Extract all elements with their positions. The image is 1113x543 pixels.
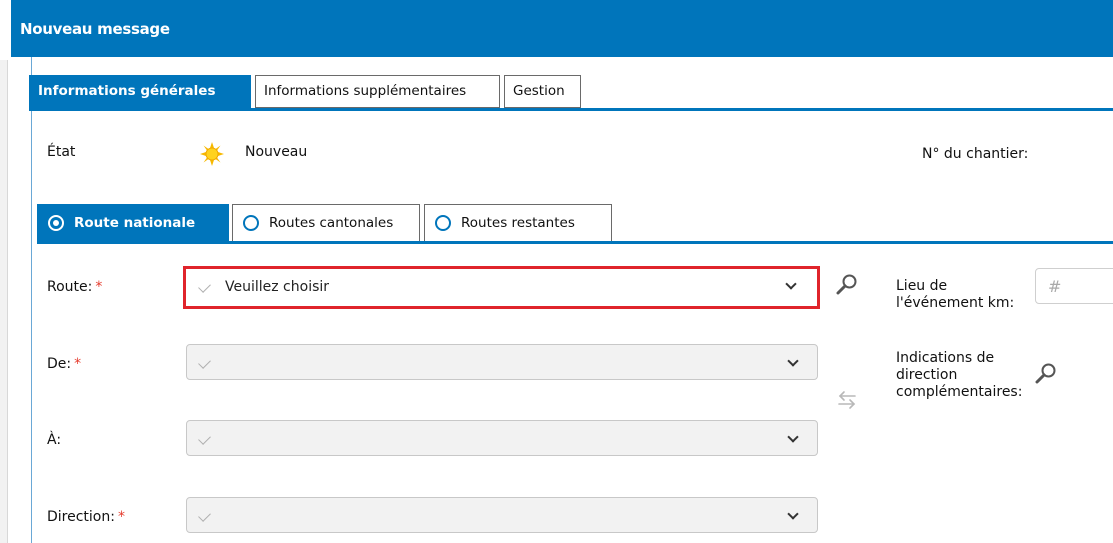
route-select-value: Veuillez choisir	[225, 279, 330, 295]
chevron-down-icon	[787, 355, 799, 367]
radio-icon	[435, 215, 451, 231]
window-title: Nouveau message	[20, 20, 170, 38]
tab-routes-cantonales-label: Routes cantonales	[269, 215, 394, 231]
tab-routes-restantes[interactable]: Routes restantes	[424, 204, 612, 242]
tab-route-nationale-label: Route nationale	[74, 215, 196, 231]
event-location-label-line2: l'événement km:	[896, 295, 1015, 311]
chevron-down-icon	[787, 508, 799, 520]
sun-icon	[200, 142, 224, 166]
check-icon	[198, 356, 211, 369]
tab-informations-generales[interactable]: Informations générales	[29, 75, 251, 108]
check-icon	[198, 432, 211, 445]
direction-label-text: Direction:	[47, 509, 115, 525]
chevron-down-icon	[785, 278, 797, 290]
from-select[interactable]	[186, 344, 818, 380]
tab-gestion[interactable]: Gestion	[504, 75, 581, 108]
window-header: Nouveau message	[11, 0, 1113, 57]
event-location-km-input[interactable]	[1046, 276, 1110, 297]
from-label: De: *	[47, 356, 81, 372]
tab-route-nationale[interactable]: Route nationale	[37, 204, 229, 242]
required-mark: *	[95, 279, 103, 295]
search-direction-hints-icon[interactable]	[1034, 361, 1058, 385]
search-route-icon[interactable]	[835, 272, 859, 296]
route-select[interactable]: Veuillez choisir	[183, 266, 820, 309]
radio-icon	[243, 215, 259, 231]
event-location-label-line1: Lieu de	[896, 278, 948, 294]
check-icon	[198, 509, 211, 522]
site-number-label: N° du chantier:	[922, 146, 1029, 162]
radio-selected-icon	[48, 215, 64, 231]
tab-routes-cantonales[interactable]: Routes cantonales	[232, 204, 420, 242]
window-border	[31, 57, 32, 543]
status-value: Nouveau	[245, 144, 308, 160]
direction-label: Direction: *	[47, 509, 125, 525]
swap-arrows-icon[interactable]	[836, 389, 858, 411]
direction-hints-label-line2: direction	[896, 367, 958, 383]
left-panel-edge	[0, 60, 8, 543]
to-label: À:	[47, 432, 62, 448]
direction-hints-label-line3: complémentaires:	[896, 384, 1023, 400]
direction-hints-label: Indications de direction complémentaires…	[896, 350, 1022, 401]
check-icon	[198, 280, 211, 293]
tab-routes-restantes-label: Routes restantes	[461, 215, 575, 231]
tabs-underline	[29, 108, 1113, 111]
event-location-label: Lieu de l'événement km:	[896, 278, 1014, 312]
required-mark: *	[74, 356, 82, 372]
status-label: État	[47, 144, 76, 160]
direction-hints-label-line1: Indications de	[896, 350, 995, 366]
route-label: Route: *	[47, 279, 102, 295]
to-select[interactable]	[186, 420, 818, 456]
from-label-text: De:	[47, 356, 72, 372]
tab-informations-supplementaires[interactable]: Informations supplémentaires	[255, 75, 500, 108]
route-tabs-underline	[37, 241, 1113, 244]
required-mark: *	[117, 509, 125, 525]
event-location-km-field[interactable]	[1035, 268, 1113, 304]
chevron-down-icon	[787, 431, 799, 443]
route-label-text: Route:	[47, 279, 93, 295]
direction-select[interactable]	[186, 497, 818, 533]
